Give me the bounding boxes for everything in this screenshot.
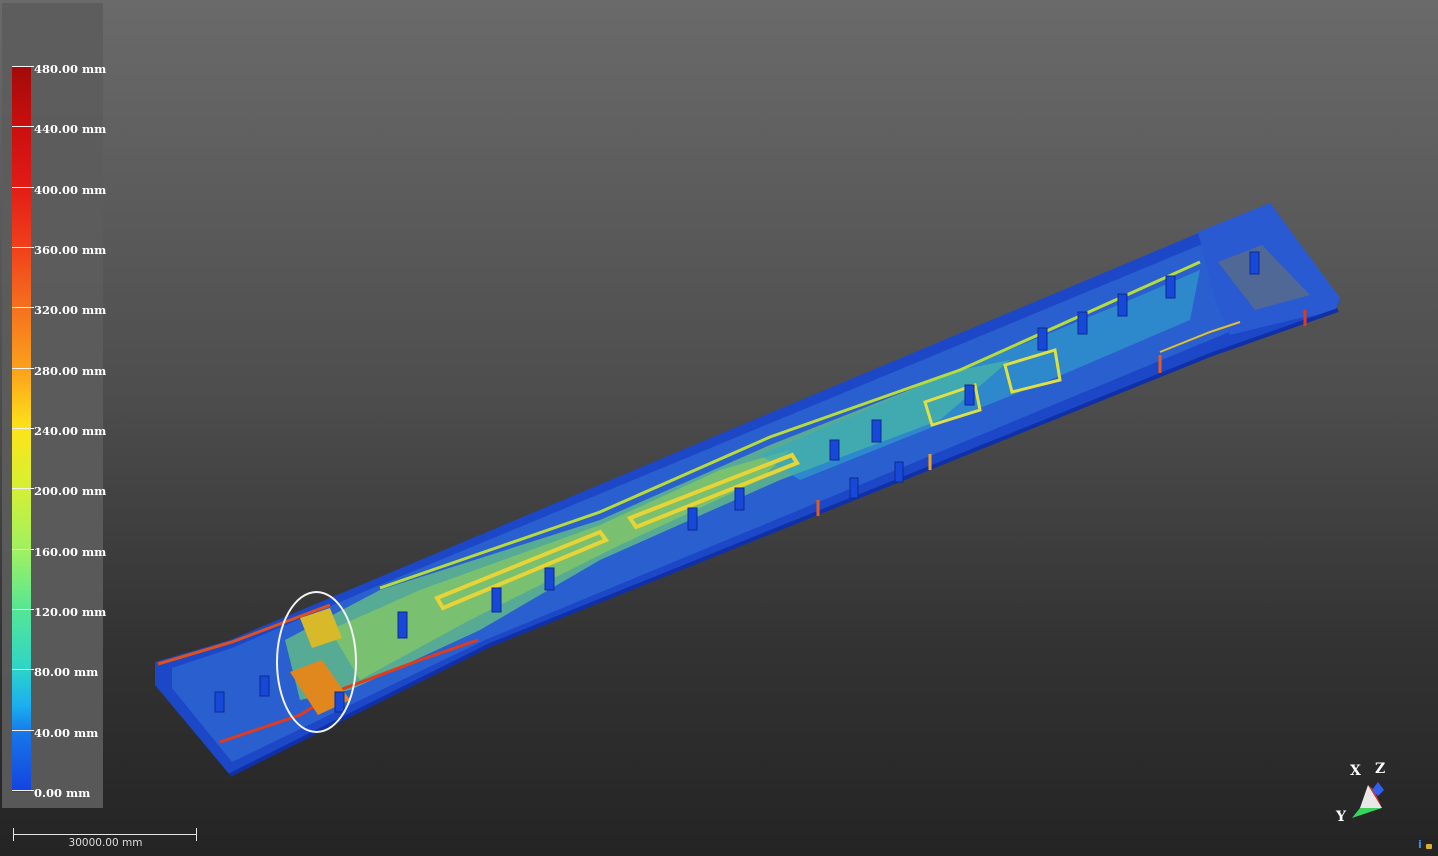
legend-tick-label: 120.00 mm	[34, 605, 107, 619]
legend-tick-label: 440.00 mm	[34, 122, 107, 136]
legend-tick-label: 80.00 mm	[34, 665, 99, 679]
legend-tick	[12, 307, 34, 308]
info-glyph: i	[1418, 838, 1422, 851]
legend-tick	[12, 790, 34, 791]
legend-tick	[12, 549, 34, 550]
legend-tick-label: 320.00 mm	[34, 303, 107, 317]
legend-tick	[12, 247, 34, 248]
legend-tick-label: 160.00 mm	[34, 545, 107, 559]
color-scale-bar	[12, 66, 31, 792]
legend-tick	[12, 126, 34, 127]
legend-tick	[12, 609, 34, 610]
axis-x-label: X	[1350, 763, 1361, 779]
legend-tick	[12, 368, 34, 369]
axis-gizmo[interactable]: X Z Y	[1330, 760, 1400, 830]
axis-z-label: Z	[1375, 761, 1386, 777]
legend-tick	[12, 730, 34, 731]
legend-tick-label: 480.00 mm	[34, 62, 107, 76]
point-cloud-model[interactable]	[0, 0, 1438, 856]
legend-tick	[12, 488, 34, 489]
legend-tick-label: 0.00 mm	[34, 786, 91, 800]
legend-tick	[12, 187, 34, 188]
legend-tick-label: 40.00 mm	[34, 726, 99, 740]
legend-tick	[12, 428, 34, 429]
legend-tick-label: 240.00 mm	[34, 424, 107, 438]
axis-y-label: Y	[1336, 809, 1346, 825]
color-scale-legend: 480.00 mm 440.00 mm 400.00 mm 360.00 mm 320.…	[2, 3, 107, 808]
legend-tick-label: 400.00 mm	[34, 183, 107, 197]
selection-ellipse	[276, 591, 357, 733]
scale-bar-line	[13, 834, 196, 835]
legend-tick	[12, 669, 34, 670]
legend-tick-label: 200.00 mm	[34, 484, 107, 498]
3d-viewport[interactable]: 480.00 mm 440.00 mm 400.00 mm 360.00 mm 320.…	[0, 0, 1438, 856]
legend-tick-label: 360.00 mm	[34, 243, 107, 257]
lock-icon	[1426, 844, 1433, 849]
legend-tick-label: 280.00 mm	[34, 364, 107, 378]
legend-tick	[12, 66, 34, 67]
scale-bar: 30000.00 mm	[13, 826, 198, 849]
scale-bar-label: 30000.00 mm	[68, 837, 143, 849]
info-icon[interactable]: i	[1418, 838, 1434, 854]
